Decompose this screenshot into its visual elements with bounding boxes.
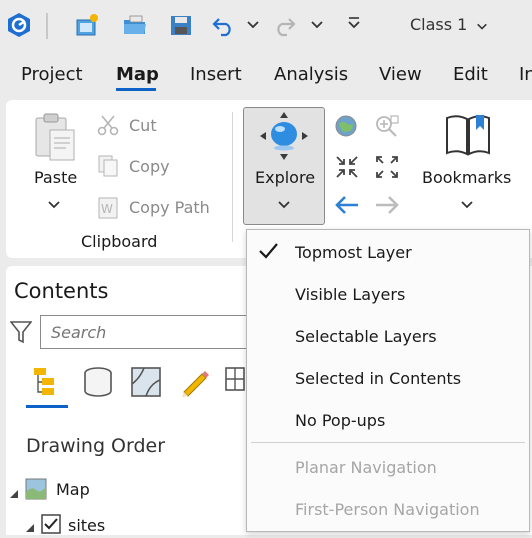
tab-map[interactable]: Map — [116, 64, 159, 85]
chevron-down-icon — [477, 23, 488, 30]
copy-path-icon: W — [96, 196, 120, 224]
bookmarks-icon — [444, 112, 492, 162]
ribbon-group-divider — [232, 112, 233, 242]
active-view-indicator — [26, 405, 68, 408]
menu-item-topmost-layer[interactable]: Topmost Layer — [295, 243, 412, 262]
customize-icon[interactable] — [346, 15, 360, 29]
selection-view-icon[interactable] — [130, 366, 162, 402]
tab-edit[interactable]: Edit — [453, 64, 488, 85]
quick-access-toolbar: Class 1 — [0, 0, 532, 52]
copy-button[interactable]: Copy — [129, 157, 170, 176]
paste-button[interactable]: Paste — [34, 168, 77, 187]
project-name-label: Class 1 — [410, 15, 468, 34]
editing-view-icon[interactable] — [178, 366, 210, 402]
snapping-view-icon[interactable] — [224, 366, 246, 402]
drawing-order-heading: Drawing Order — [26, 435, 166, 457]
open-project-icon[interactable] — [120, 10, 150, 40]
tab-insert-overflow[interactable]: In — [519, 64, 532, 85]
next-extent-icon[interactable] — [374, 194, 400, 220]
undo-icon[interactable] — [208, 10, 238, 40]
app-logo-icon — [4, 10, 34, 40]
tree-item-map[interactable]: Map — [56, 480, 90, 499]
save-project-icon[interactable] — [166, 10, 196, 40]
menu-item-selected-in-contents[interactable]: Selected in Contents — [295, 369, 461, 388]
paste-dropdown-icon[interactable] — [47, 196, 61, 215]
menu-item-visible-layers[interactable]: Visible Layers — [295, 285, 405, 304]
zoom-to-selection-icon[interactable] — [374, 114, 400, 142]
menu-item-planar-navigation: Planar Navigation — [295, 458, 437, 477]
explore-icon — [258, 110, 310, 166]
tab-analysis[interactable]: Analysis — [274, 64, 348, 85]
explore-dropdown-menu: Topmost Layer Visible Layers Selectable … — [246, 229, 530, 532]
cut-button[interactable]: Cut — [129, 116, 157, 135]
fixed-zoom-in-icon[interactable] — [334, 154, 360, 184]
menu-item-first-person-navigation: First-Person Navigation — [295, 500, 480, 519]
copy-path-button[interactable]: Copy Path — [129, 198, 210, 217]
sites-expand-icon[interactable] — [25, 518, 35, 537]
redo-dropdown-icon[interactable] — [310, 16, 324, 30]
fixed-zoom-out-icon[interactable] — [374, 154, 400, 184]
paste-icon — [32, 112, 78, 166]
explore-dropdown-icon[interactable] — [277, 196, 291, 215]
bookmarks-label[interactable]: Bookmarks — [422, 168, 511, 187]
menu-item-selectable-layers[interactable]: Selectable Layers — [295, 327, 437, 346]
drawing-order-view-icon[interactable] — [30, 366, 66, 404]
search-input[interactable] — [40, 315, 270, 349]
map-expand-icon[interactable] — [9, 484, 19, 503]
full-extent-icon[interactable] — [334, 114, 358, 142]
explore-label: Explore — [255, 168, 316, 187]
tab-project[interactable]: Project — [21, 64, 83, 85]
redo-icon[interactable] — [270, 10, 300, 40]
svg-text:W: W — [101, 202, 113, 216]
new-project-icon[interactable] — [72, 10, 102, 40]
sites-visibility-checkbox[interactable] — [41, 514, 61, 538]
bookmarks-dropdown-icon[interactable] — [460, 196, 474, 215]
checkmark-icon — [257, 240, 279, 266]
contents-title: Contents — [14, 279, 109, 303]
menu-separator — [251, 442, 525, 443]
clipboard-group-label: Clipboard — [81, 232, 158, 251]
previous-extent-icon[interactable] — [334, 194, 360, 220]
project-name[interactable]: Class 1 — [410, 15, 488, 34]
filter-icon[interactable] — [9, 320, 33, 348]
data-source-view-icon[interactable] — [82, 366, 114, 402]
scissors-icon — [96, 113, 120, 141]
active-tab-indicator — [116, 88, 156, 91]
toolbar-divider — [46, 13, 48, 39]
undo-dropdown-icon[interactable] — [246, 16, 260, 30]
tree-item-sites[interactable]: sites — [68, 516, 105, 535]
menu-item-no-popups[interactable]: No Pop-ups — [295, 411, 385, 430]
tab-view[interactable]: View — [379, 64, 422, 85]
tab-insert[interactable]: Insert — [190, 64, 242, 85]
map-icon — [25, 478, 47, 504]
copy-icon — [96, 154, 120, 182]
